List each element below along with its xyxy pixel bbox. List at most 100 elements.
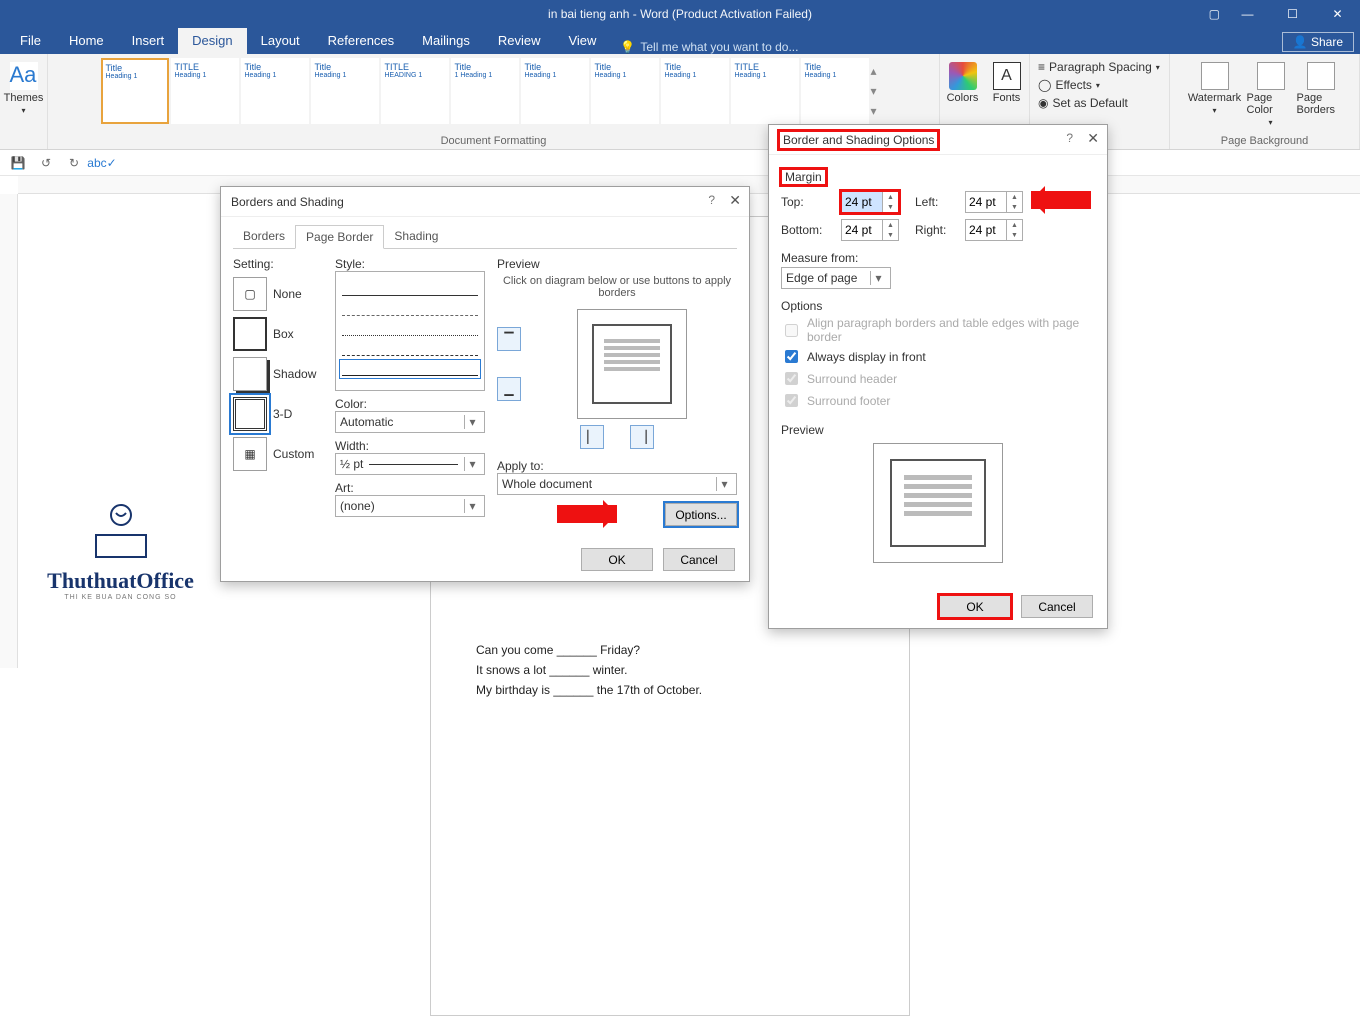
- chevron-down-icon: ▾: [716, 477, 732, 491]
- close-window-button[interactable]: ✕: [1315, 0, 1360, 28]
- preview-label: Preview: [497, 257, 737, 271]
- tab-layout[interactable]: Layout: [247, 28, 314, 54]
- preview-diagram[interactable]: [577, 309, 687, 419]
- spin-up-icon[interactable]: ▲: [883, 192, 898, 202]
- right-label: Right:: [915, 223, 955, 237]
- measure-from-combo[interactable]: Edge of page▾: [781, 267, 891, 289]
- help-icon[interactable]: ?: [708, 193, 715, 207]
- gallery-scroll-up-icon[interactable]: ▴: [871, 64, 887, 78]
- color-combo[interactable]: Automatic▾: [335, 411, 485, 433]
- tab-references[interactable]: References: [314, 28, 408, 54]
- vertical-ruler[interactable]: [0, 194, 18, 668]
- spin-down-icon[interactable]: ▼: [883, 230, 898, 240]
- group-label: Document Formatting: [441, 135, 547, 147]
- dialog-titlebar[interactable]: Borders and Shading ? ✕: [221, 187, 749, 217]
- themes-button[interactable]: Aa Themes ▾: [3, 58, 45, 115]
- top-label: Top:: [781, 195, 831, 209]
- ok-button[interactable]: OK: [939, 595, 1011, 618]
- tab-review[interactable]: Review: [484, 28, 555, 54]
- tab-insert[interactable]: Insert: [118, 28, 179, 54]
- style-set-item[interactable]: TitleHeading 1: [521, 58, 589, 124]
- cancel-button[interactable]: Cancel: [1021, 595, 1093, 618]
- surround-header-checkbox: Surround header: [781, 369, 1095, 388]
- minimize-button[interactable]: —: [1225, 0, 1270, 28]
- setting-custom[interactable]: ▦Custom: [233, 437, 323, 471]
- fonts-button[interactable]: AFonts: [986, 58, 1028, 104]
- always-front-checkbox[interactable]: Always display in front: [781, 347, 1095, 366]
- undo-icon[interactable]: ↺: [38, 155, 54, 171]
- tab-page-border[interactable]: Page Border: [295, 225, 384, 249]
- chevron-down-icon: ▾: [870, 271, 886, 285]
- chevron-down-icon: ▾: [1268, 118, 1272, 127]
- redo-icon[interactable]: ↻: [66, 155, 82, 171]
- page-color-button[interactable]: Page Color▾: [1247, 58, 1295, 127]
- spin-down-icon[interactable]: ▼: [883, 202, 898, 212]
- border-shading-options-dialog: Border and Shading Options ? ✕ Margin To…: [768, 124, 1108, 629]
- ribbon-display-options-icon[interactable]: ▢: [1209, 0, 1220, 28]
- style-set-item[interactable]: TITLEHeading 1: [171, 58, 239, 124]
- dialog-titlebar[interactable]: Border and Shading Options ? ✕: [769, 125, 1107, 155]
- colors-button[interactable]: Colors: [942, 58, 984, 104]
- style-list[interactable]: [335, 271, 485, 391]
- tell-me-search[interactable]: 💡 Tell me what you want to do...: [610, 40, 798, 54]
- style-set-item[interactable]: TITLEHeading 1: [731, 58, 799, 124]
- close-icon[interactable]: ✕: [729, 192, 741, 209]
- watermark-button[interactable]: Watermark▾: [1185, 58, 1245, 127]
- setting-3d[interactable]: 3-D: [233, 397, 323, 431]
- effects-button[interactable]: ◯Effects▾: [1038, 76, 1100, 94]
- options-button[interactable]: Options...: [665, 503, 737, 526]
- style-set-item[interactable]: TitleHeading 1: [661, 58, 729, 124]
- style-set-item[interactable]: Title1 Heading 1: [451, 58, 519, 124]
- border-top-toggle[interactable]: ▔: [497, 327, 521, 351]
- close-icon[interactable]: ✕: [1087, 130, 1099, 147]
- fonts-icon: A: [993, 62, 1021, 90]
- border-bottom-toggle[interactable]: ▁: [497, 377, 521, 401]
- margin-right-input[interactable]: ▲▼: [965, 219, 1023, 241]
- gallery-more-icon[interactable]: ▾: [871, 104, 887, 118]
- margin-top-input[interactable]: ▲▼: [841, 191, 899, 213]
- apply-to-combo[interactable]: Whole document▾: [497, 473, 737, 495]
- gallery-scroll-down-icon[interactable]: ▾: [871, 84, 887, 98]
- page-borders-button[interactable]: Page Borders: [1297, 58, 1345, 127]
- ok-button[interactable]: OK: [581, 548, 653, 571]
- share-button[interactable]: 👤 Share: [1282, 32, 1354, 52]
- setting-shadow[interactable]: Shadow: [233, 357, 323, 391]
- spin-down-icon[interactable]: ▼: [1007, 230, 1022, 240]
- tab-file[interactable]: File: [6, 28, 55, 54]
- options-legend: Options: [781, 299, 822, 313]
- cancel-button[interactable]: Cancel: [663, 548, 735, 571]
- width-combo[interactable]: ½ pt▾: [335, 453, 485, 475]
- style-set-item[interactable]: TitleHeading 1: [241, 58, 309, 124]
- spin-up-icon[interactable]: ▲: [1007, 220, 1022, 230]
- border-right-toggle[interactable]: ▕: [630, 425, 654, 449]
- spelling-icon[interactable]: abc✓: [94, 155, 110, 171]
- spin-up-icon[interactable]: ▲: [883, 220, 898, 230]
- style-set-item[interactable]: TitleHeading 1: [311, 58, 379, 124]
- set-as-default-button[interactable]: ◉Set as Default: [1038, 94, 1128, 112]
- setting-none[interactable]: ▢None: [233, 277, 323, 311]
- margin-bottom-input[interactable]: ▲▼: [841, 219, 899, 241]
- paragraph-spacing-button[interactable]: ≡Paragraph Spacing▾: [1038, 58, 1160, 76]
- colors-icon: [949, 62, 977, 90]
- art-combo[interactable]: (none)▾: [335, 495, 485, 517]
- tab-mailings[interactable]: Mailings: [408, 28, 484, 54]
- chevron-down-icon: ▾: [1212, 106, 1216, 115]
- help-icon[interactable]: ?: [1066, 131, 1073, 145]
- style-set-item[interactable]: TitleHeading 1: [801, 58, 869, 124]
- tab-shading[interactable]: Shading: [384, 225, 448, 248]
- document-formatting-gallery[interactable]: TitleHeading 1 TITLEHeading 1 TitleHeadi…: [101, 58, 887, 124]
- paragraph-spacing-icon: ≡: [1038, 60, 1045, 74]
- dialog-title: Border and Shading Options: [779, 131, 938, 149]
- style-set-item[interactable]: TitleHeading 1: [101, 58, 169, 124]
- tab-home[interactable]: Home: [55, 28, 118, 54]
- tab-borders[interactable]: Borders: [233, 225, 295, 248]
- tab-view[interactable]: View: [554, 28, 610, 54]
- style-set-item[interactable]: TitleHeading 1: [591, 58, 659, 124]
- border-left-toggle[interactable]: ▏: [580, 425, 604, 449]
- style-set-item[interactable]: TITLEHEADING 1: [381, 58, 449, 124]
- margin-left-input[interactable]: ▲▼: [965, 191, 1023, 213]
- maximize-button[interactable]: ☐: [1270, 0, 1315, 28]
- tab-design[interactable]: Design: [178, 28, 246, 54]
- save-icon[interactable]: 💾: [10, 155, 26, 171]
- setting-box[interactable]: Box: [233, 317, 323, 351]
